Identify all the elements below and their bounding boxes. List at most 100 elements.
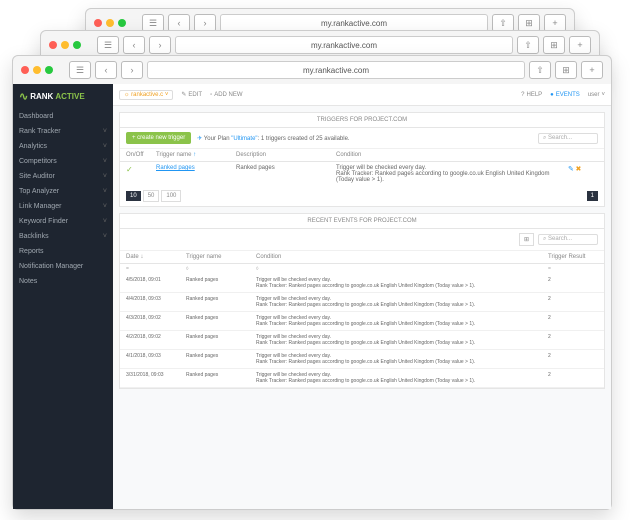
- col-cond[interactable]: Condition: [256, 254, 548, 260]
- event-name: Ranked pages: [186, 277, 256, 283]
- event-cond: Trigger will be checked every day. Rank …: [256, 372, 548, 384]
- trigger-link[interactable]: Ranked pages: [156, 165, 195, 171]
- page-1[interactable]: 1: [587, 191, 598, 201]
- maximize-icon[interactable]: [73, 41, 81, 49]
- events-button[interactable]: ●EVENTS: [550, 92, 580, 98]
- event-date: 3/31/2018, 09:03: [126, 372, 186, 378]
- help-icon: ?: [521, 92, 524, 98]
- event-result: 2: [548, 296, 598, 302]
- sidebar-item-rank-tracker[interactable]: Rank Tracker˅: [13, 124, 113, 139]
- event-row: 3/31/2018, 09:03Ranked pagesTrigger will…: [120, 369, 604, 388]
- address-bar[interactable]: my.rankactive.com: [147, 61, 525, 79]
- col-date[interactable]: Date ↓: [126, 254, 186, 260]
- back-button[interactable]: ‹: [95, 61, 117, 79]
- tabs-button[interactable]: ⊞: [555, 61, 577, 79]
- sidebar-item-analytics[interactable]: Analytics˅: [13, 139, 113, 154]
- sidebar-item-link-manager[interactable]: Link Manager˅: [13, 199, 113, 214]
- sidebar: ∿ RANKACTIVE DashboardRank Tracker˅Analy…: [13, 84, 113, 509]
- tabs-button[interactable]: ⊞: [543, 36, 565, 54]
- bell-icon: ●: [550, 92, 554, 98]
- sidebar-item-backlinks[interactable]: Backlinks ˅: [13, 229, 113, 244]
- nav-label: Notes: [19, 278, 37, 285]
- event-name: Ranked pages: [186, 296, 256, 302]
- sidebar-item-top-analyzer[interactable]: Top Analyzer˅: [13, 184, 113, 199]
- minimize-icon[interactable]: [106, 19, 114, 27]
- chevron-down-icon: ˅: [103, 143, 107, 150]
- paper-plane-icon: ✈: [197, 136, 204, 142]
- close-icon[interactable]: [49, 41, 57, 49]
- event-name: Ranked pages: [186, 372, 256, 378]
- col-name[interactable]: Trigger name ↑: [156, 152, 236, 158]
- event-date: 4/3/2018, 09:02: [126, 315, 186, 321]
- event-result: 2: [548, 334, 598, 340]
- check-icon[interactable]: ✓: [126, 165, 133, 174]
- chevron-down-icon: ˅: [103, 203, 107, 210]
- col-desc[interactable]: Description: [236, 152, 336, 158]
- filter-cond[interactable]: ◊: [256, 266, 548, 272]
- nav-label: Keyword Finder: [19, 218, 68, 225]
- sidebar-item-keyword-finder[interactable]: Keyword Finder˅: [13, 214, 113, 229]
- user-menu[interactable]: user ˅: [588, 92, 605, 98]
- event-result: 2: [548, 315, 598, 321]
- maximize-icon[interactable]: [118, 19, 126, 27]
- sidebar-toggle[interactable]: ☰: [97, 36, 119, 54]
- create-trigger-button[interactable]: + create new trigger: [126, 132, 191, 144]
- event-search[interactable]: ⌕ Search...: [538, 234, 598, 245]
- edit-button[interactable]: ✎EDIT: [181, 91, 202, 98]
- share-button[interactable]: ⇧: [517, 36, 539, 54]
- sort-icon: ↓: [140, 254, 143, 260]
- col-onoff[interactable]: On/Off: [126, 152, 156, 158]
- page-size-10[interactable]: 10: [126, 191, 141, 201]
- sidebar-item-dashboard[interactable]: Dashboard: [13, 109, 113, 124]
- topbar: ☼ rankactive.c ˅ ✎EDIT ▫ADD NEW ?HELP ●E…: [113, 84, 611, 106]
- export-button[interactable]: ⊞: [519, 233, 534, 246]
- back-button[interactable]: ‹: [123, 36, 145, 54]
- close-icon[interactable]: [21, 66, 29, 74]
- forward-button[interactable]: ›: [121, 61, 143, 79]
- event-result: 2: [548, 277, 598, 283]
- sidebar-item-competitors[interactable]: Competitors ˅: [13, 154, 113, 169]
- col-res[interactable]: Trigger Result: [548, 254, 598, 260]
- edit-icon[interactable]: ✎: [568, 166, 574, 173]
- filter-date[interactable]: =: [126, 266, 186, 272]
- help-button[interactable]: ?HELP: [521, 92, 542, 98]
- project-select[interactable]: ☼ rankactive.c ˅: [119, 90, 173, 100]
- plus-icon: ▫: [210, 92, 212, 98]
- triggers-panel: TRIGGERS FOR PROJECT.COM + create new tr…: [119, 112, 605, 207]
- new-tab-button[interactable]: +: [581, 61, 603, 79]
- nav-label: Reports: [19, 248, 44, 255]
- sidebar-toggle[interactable]: ☰: [69, 61, 91, 79]
- close-icon[interactable]: [94, 19, 102, 27]
- new-tab-button[interactable]: +: [569, 36, 591, 54]
- chevron-down-icon: ˅: [103, 233, 107, 240]
- trigger-header-row: On/Off Trigger name ↑ Description Condit…: [120, 149, 604, 162]
- sidebar-item-notes[interactable]: Notes: [13, 274, 113, 289]
- event-cond: Trigger will be checked every day. Rank …: [256, 353, 548, 365]
- chevron-down-icon: ˅: [103, 173, 107, 180]
- page-size-50[interactable]: 50: [143, 190, 160, 202]
- nav-label: Competitors: [19, 158, 57, 165]
- sidebar-item-site-auditor[interactable]: Site Auditor˅: [13, 169, 113, 184]
- sidebar-item-notification-manager[interactable]: Notification Manager: [13, 259, 113, 274]
- minimize-icon[interactable]: [33, 66, 41, 74]
- add-new-button[interactable]: ▫ADD NEW: [210, 92, 242, 98]
- page-size-100[interactable]: 100: [161, 190, 181, 202]
- minimize-icon[interactable]: [61, 41, 69, 49]
- maximize-icon[interactable]: [45, 66, 53, 74]
- event-date: 4/1/2018, 09:03: [126, 353, 186, 359]
- event-cond: Trigger will be checked every day. Rank …: [256, 296, 548, 308]
- filter-name[interactable]: ◊: [186, 266, 256, 272]
- delete-icon[interactable]: ✖: [576, 166, 582, 173]
- filter-res[interactable]: =: [548, 266, 598, 272]
- nav-label: Backlinks: [19, 233, 49, 240]
- forward-button[interactable]: ›: [149, 36, 171, 54]
- share-button[interactable]: ⇧: [529, 61, 551, 79]
- event-name: Ranked pages: [186, 315, 256, 321]
- col-name[interactable]: Trigger name: [186, 254, 256, 260]
- chevron-down-icon: ˅: [103, 188, 107, 195]
- address-bar[interactable]: my.rankactive.com: [175, 36, 513, 54]
- col-cond[interactable]: Condition: [336, 152, 568, 158]
- trigger-search[interactable]: ⌕ Search...: [538, 133, 598, 144]
- chevron-down-icon: ˅: [103, 158, 107, 165]
- sidebar-item-reports[interactable]: Reports: [13, 244, 113, 259]
